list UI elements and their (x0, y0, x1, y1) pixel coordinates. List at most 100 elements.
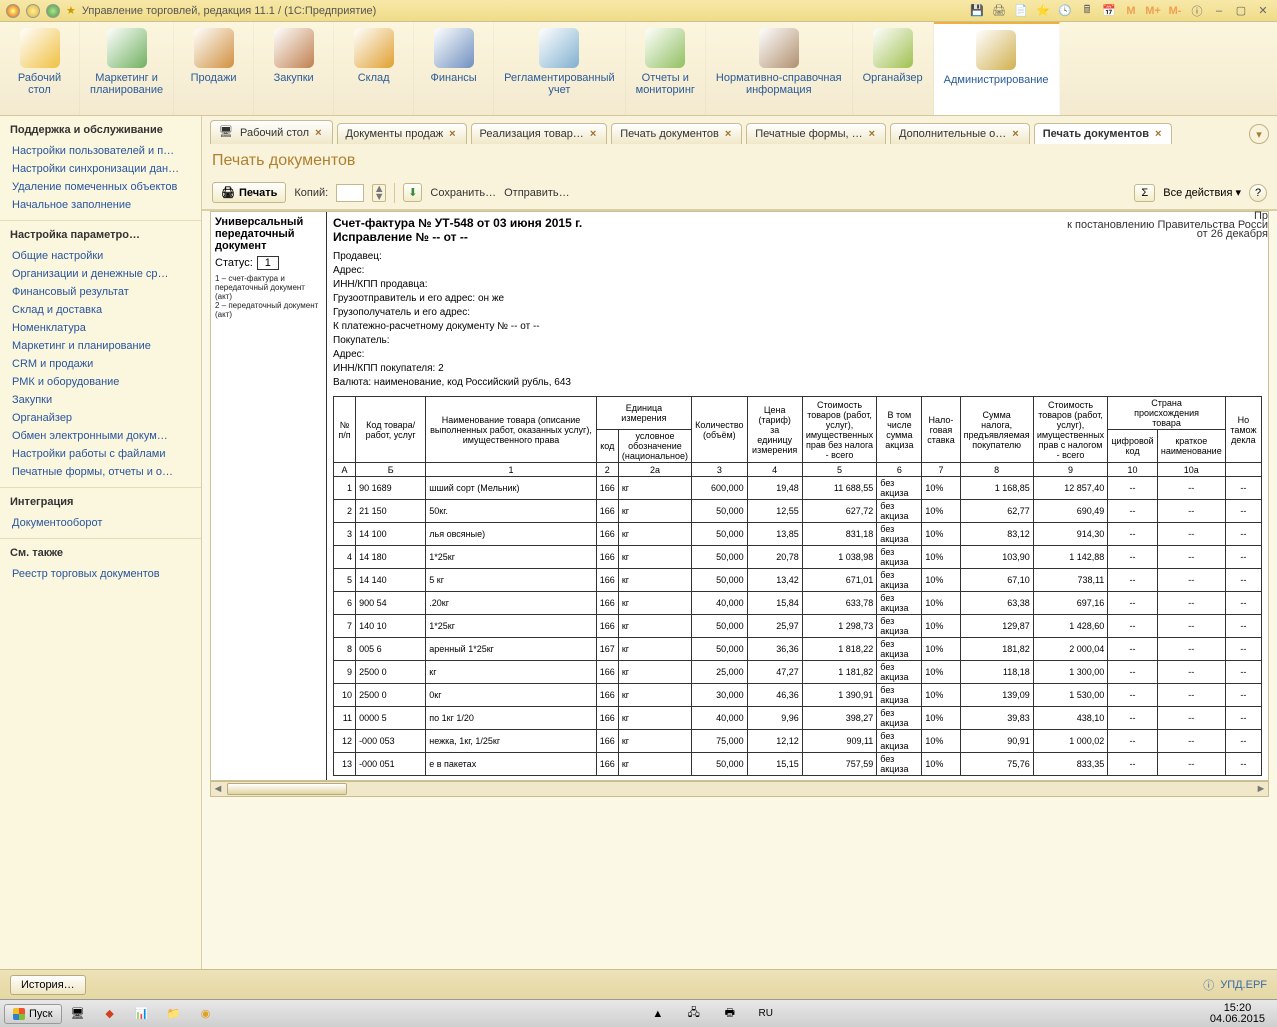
ribbon-item[interactable]: Продажи (174, 22, 254, 115)
close-icon[interactable]: ✕ (1255, 3, 1271, 19)
nav-link[interactable]: Настройки работы с файлами (0, 445, 201, 463)
favorite-icon[interactable]: ★ (66, 4, 76, 17)
tray-icon-2[interactable]: 🖧 (680, 1003, 708, 1025)
tab[interactable]: Печать документов × (1034, 123, 1173, 144)
start-button[interactable]: Пуск (4, 1004, 62, 1024)
scroll-left-icon[interactable]: ◄ (211, 783, 225, 795)
ribbon-item[interactable]: Рабочийстол (0, 22, 80, 115)
nav-link[interactable]: Органайзер (0, 409, 201, 427)
save-link[interactable]: Сохранить… (430, 187, 496, 199)
nav-link[interactable]: Печатные формы, отчеты и о… (0, 463, 201, 481)
restore-icon[interactable]: ▢ (1233, 3, 1249, 19)
doc-right: Пр к постановлению Правительства Росси о… (327, 212, 1268, 780)
send-link[interactable]: Отправить… (504, 187, 570, 199)
doc-icon[interactable]: 📄 (1013, 3, 1029, 19)
column-number: Б (356, 463, 426, 477)
taskbar-app-2[interactable]: ◆ (96, 1003, 124, 1025)
window-minimize-button[interactable] (26, 4, 40, 18)
taskbar-clock[interactable]: 15:20 04.06.2015 (1202, 1003, 1273, 1025)
taskbar-app-1[interactable]: 🖥 (64, 1003, 92, 1025)
star-icon[interactable]: ⭐ (1035, 3, 1051, 19)
scroll-thumb[interactable] (227, 783, 347, 795)
nav-link[interactable]: Склад и доставка (0, 301, 201, 319)
nav-link[interactable]: Удаление помеченных объектов (0, 178, 201, 196)
nav-link[interactable]: РМК и оборудование (0, 373, 201, 391)
tray-lang[interactable]: RU (752, 1003, 780, 1025)
nav-link[interactable]: Общие настройки (0, 247, 201, 265)
nav-link[interactable]: Документооборот (0, 514, 201, 532)
nav-panel: Поддержка и обслуживаниеНастройки пользо… (0, 116, 202, 969)
tab-close-icon[interactable]: × (449, 128, 455, 140)
ribbon-label: Нормативно-справочнаяинформация (716, 72, 842, 96)
ribbon-item[interactable]: Регламентированныйучет (494, 22, 626, 115)
taskbar-app-3[interactable]: 📊 (128, 1003, 156, 1025)
table-row: 8 005 6 аренный 1*25кг 167 кг 50,000 36,… (334, 638, 1262, 661)
nav-link[interactable]: Настройки пользователей и п… (0, 142, 201, 160)
nav-link[interactable]: Финансовый результат (0, 283, 201, 301)
ribbon-item[interactable]: Склад (334, 22, 414, 115)
tab[interactable]: Реализация товар… × (471, 123, 608, 144)
nav-link[interactable]: Закупки (0, 391, 201, 409)
nav-link[interactable]: CRM и продажи (0, 355, 201, 373)
nav-link[interactable]: Обмен электронными докум… (0, 427, 201, 445)
m-icon[interactable]: M (1123, 3, 1139, 19)
tab-close-icon[interactable]: × (315, 127, 321, 139)
m-minus-icon[interactable]: M- (1167, 3, 1183, 19)
desktop-icon: 🖥 (219, 125, 234, 140)
ribbon-item[interactable]: Органайзер (853, 22, 934, 115)
scroll-right-icon[interactable]: ► (1254, 783, 1268, 795)
print-button[interactable]: 🖨 Печать (212, 182, 286, 203)
copies-input[interactable] (336, 184, 364, 202)
ribbon-item[interactable]: Администрирование (934, 22, 1060, 115)
ribbon-item[interactable]: Отчеты имониторинг (626, 22, 706, 115)
tab-close-icon[interactable]: × (725, 128, 731, 140)
horizontal-scrollbar[interactable]: ◄ ► (210, 781, 1269, 797)
copies-spinner[interactable]: ▲▼ (372, 184, 386, 202)
export-button[interactable]: ⬇ (403, 183, 422, 202)
taskbar-app-5[interactable]: ◉ (192, 1003, 220, 1025)
clock-date: 04.06.2015 (1210, 1014, 1265, 1025)
ribbon-item[interactable]: Закупки (254, 22, 334, 115)
all-actions-link[interactable]: Все действия ▾ (1163, 186, 1241, 199)
clock-icon[interactable]: 🕓 (1057, 3, 1073, 19)
save-icon[interactable]: 💾 (969, 3, 985, 19)
window-maximize-button[interactable] (46, 4, 60, 18)
calendar-icon[interactable]: 📅 (1101, 3, 1117, 19)
nav-link[interactable]: Маркетинг и планирование (0, 337, 201, 355)
print-icon[interactable]: 🖨 (991, 3, 1007, 19)
ribbon-item[interactable]: Маркетинг ипланирование (80, 22, 174, 115)
nav-link[interactable]: Организации и денежные ср… (0, 265, 201, 283)
tab[interactable]: 🖥Рабочий стол × (210, 120, 333, 144)
tab[interactable]: Печатные формы, … × (746, 123, 886, 144)
nav-link[interactable]: Настройки синхронизации дан… (0, 160, 201, 178)
tabs-more-button[interactable]: ▾ (1249, 124, 1269, 144)
tab[interactable]: Документы продаж × (337, 123, 467, 144)
ribbon-icon (976, 30, 1016, 70)
taskbar-app-4[interactable]: 📁 (160, 1003, 188, 1025)
nav-link[interactable]: Начальное заполнение (0, 196, 201, 214)
window-close-button[interactable] (6, 4, 20, 18)
upd-title-2: передаточный (215, 228, 295, 240)
status-file: УПД.EPF (1220, 979, 1267, 991)
help-button[interactable]: ? (1249, 184, 1267, 202)
tab-close-icon[interactable]: × (1012, 128, 1018, 140)
tray-icon-1[interactable]: ▲ (644, 1003, 672, 1025)
tab-close-icon[interactable]: × (590, 128, 596, 140)
ribbon-label: Отчеты имониторинг (636, 72, 695, 96)
m-plus-icon[interactable]: M+ (1145, 3, 1161, 19)
tab[interactable]: Дополнительные о… × (890, 123, 1030, 144)
minimize-icon[interactable]: – (1211, 3, 1227, 19)
ribbon-label: Склад (358, 72, 390, 84)
tab-close-icon[interactable]: × (869, 128, 875, 140)
tab[interactable]: Печать документов × (611, 123, 742, 144)
ribbon-item[interactable]: Нормативно-справочнаяинформация (706, 22, 853, 115)
calc-icon[interactable]: 🖩 (1079, 3, 1095, 19)
ribbon-item[interactable]: Финансы (414, 22, 494, 115)
help-icon[interactable]: ⓘ (1189, 3, 1205, 19)
tab-close-icon[interactable]: × (1155, 128, 1161, 140)
nav-link[interactable]: Реестр торговых документов (0, 565, 201, 583)
sum-button[interactable]: Σ (1134, 184, 1155, 202)
history-button[interactable]: История… (10, 975, 86, 995)
tray-icon-3[interactable]: 🖶 (716, 1003, 744, 1025)
nav-link[interactable]: Номенклатура (0, 319, 201, 337)
